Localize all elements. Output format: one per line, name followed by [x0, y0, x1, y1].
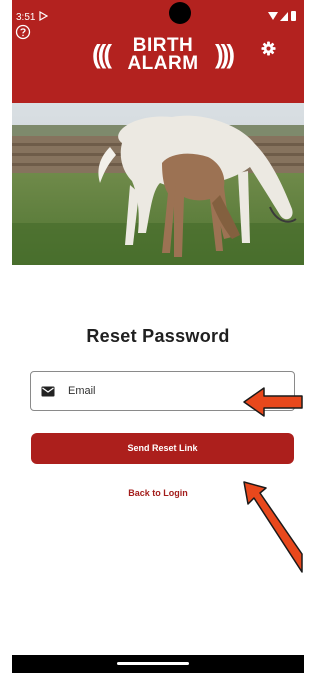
annotation-arrow-email — [243, 387, 303, 417]
help-circle-icon[interactable] — [15, 24, 31, 40]
logo-waves-right: ))) — [215, 39, 235, 69]
annotation-arrow-back-link — [243, 481, 303, 573]
birth-alarm-logo: ((( BIRTH ALARM ))) — [88, 32, 238, 82]
play-icon — [39, 11, 48, 21]
camera-cutout — [169, 2, 191, 24]
gear-icon[interactable] — [261, 41, 276, 56]
signal-icon — [268, 11, 296, 21]
app-header: 3:51 ((( BIRTH ALARM ))) — [12, 0, 304, 103]
mail-icon — [41, 386, 55, 397]
email-placeholder: Email — [68, 385, 96, 397]
home-gesture-handle[interactable] — [117, 662, 189, 665]
horses-hero-image — [12, 103, 304, 265]
send-reset-link-button[interactable]: Send Reset Link — [31, 433, 294, 464]
system-nav-bar — [12, 655, 304, 673]
page-title: Reset Password — [86, 326, 230, 346]
status-time: 3:51 — [16, 12, 36, 23]
app-screen: 3:51 ((( BIRTH ALARM ))) Reset Password … — [0, 0, 304, 673]
